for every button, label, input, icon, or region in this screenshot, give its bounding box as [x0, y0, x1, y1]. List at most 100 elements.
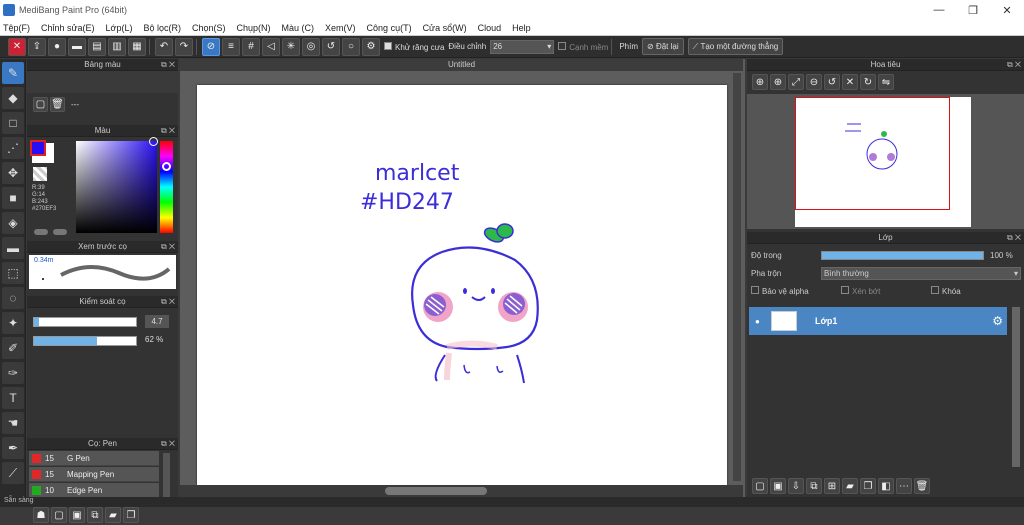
menu-color[interactable]: Màu (C)	[282, 23, 315, 33]
ruler-tool-icon[interactable]: ⟋	[2, 462, 24, 484]
import-layer-icon[interactable]: ⇩	[788, 478, 804, 494]
drawing-canvas[interactable]: marlcet #HD247	[197, 85, 727, 485]
navigator-preview[interactable]	[747, 94, 1024, 229]
lock-checkbox[interactable]: Khóa	[931, 286, 961, 296]
menu-snap[interactable]: Chụp(N)	[237, 23, 271, 33]
menu-file[interactable]: Tệp(F)	[3, 23, 30, 33]
folder-icon[interactable]: ▰	[842, 478, 858, 494]
share-icon[interactable]: ⇪	[28, 37, 46, 56]
no-snap-icon[interactable]: ⊘	[202, 37, 220, 56]
flip-icon[interactable]: ⇋	[878, 74, 894, 90]
color-mode-button[interactable]	[34, 229, 48, 235]
brush-list-scrollbar[interactable]	[163, 453, 170, 497]
antialias-checkbox[interactable]: Khử răng cưa	[384, 41, 444, 52]
brush-opacity-slider[interactable]	[33, 336, 137, 346]
panel-controls-icon[interactable]: ⧉ ✕	[161, 296, 175, 308]
zoom-out-icon[interactable]: ⊖	[806, 74, 822, 90]
fit-icon[interactable]: ⤢	[788, 74, 804, 90]
parallel-snap-icon[interactable]: ≡	[222, 37, 240, 56]
scroll-thumb[interactable]	[385, 487, 487, 495]
menu-window[interactable]: Cửa sổ(W)	[423, 23, 467, 33]
curve-snap-icon[interactable]: ↺	[322, 37, 340, 56]
delete-layer-icon[interactable]: 🗑	[914, 478, 930, 494]
transparent-swatch[interactable]	[33, 167, 47, 181]
zoom-in-alt-icon[interactable]: ⊕	[770, 74, 786, 90]
copy-brush-icon[interactable]: ⧉	[87, 507, 103, 523]
minimize-button[interactable]: —	[922, 0, 956, 20]
menu-tools[interactable]: Công cụ(T)	[367, 23, 412, 33]
menu-view[interactable]: Xem(V)	[325, 23, 356, 33]
eyedropper-tool-icon[interactable]: ✒	[2, 437, 24, 459]
merge-layer-icon[interactable]: ⧉	[806, 478, 822, 494]
document-icon[interactable]: ▤	[88, 37, 106, 56]
comment-icon[interactable]: ●	[48, 37, 66, 56]
new-brush-icon[interactable]: ▢	[51, 507, 67, 523]
add-layer-menu-icon[interactable]: ⊞	[824, 478, 840, 494]
delete-palette-icon[interactable]: 🗑	[50, 96, 65, 112]
hue-slider[interactable]	[160, 141, 173, 233]
radial-snap-icon[interactable]: ✳	[282, 37, 300, 56]
soft-edge-checkbox[interactable]: Cạnh mềm	[558, 41, 608, 52]
new-layer-alt-icon[interactable]: ▣	[770, 478, 786, 494]
color-sv-picker[interactable]	[76, 141, 157, 233]
foreground-color-swatch[interactable]	[30, 140, 46, 156]
magic-wand-icon[interactable]: ✦	[2, 312, 24, 334]
brush-size-value[interactable]: 4.7	[145, 315, 169, 328]
add-brush-icon[interactable]: ▣	[69, 507, 85, 523]
color-swap-button[interactable]	[53, 229, 67, 235]
new-layer-icon[interactable]: ▢	[752, 478, 768, 494]
fill-rect-tool-icon[interactable]: ■	[2, 187, 24, 209]
rotate-right-icon[interactable]: ↻	[860, 74, 876, 90]
select-tool-icon[interactable]: ⬚	[2, 262, 24, 284]
grid-icon[interactable]: ▦	[128, 37, 146, 56]
brush-tool-icon[interactable]: ✎	[2, 62, 24, 84]
menu-select[interactable]: Chọn(S)	[192, 23, 226, 33]
reset-button[interactable]: ⊘ Đặt lại	[642, 38, 684, 55]
select-pen-icon[interactable]: ✐	[2, 337, 24, 359]
snap-settings-icon[interactable]: ⚙	[362, 37, 380, 56]
canvas-vertical-scrollbar[interactable]	[733, 73, 741, 481]
menu-filter[interactable]: Bộ lọc(R)	[143, 23, 181, 33]
more-icon[interactable]: ⋯	[896, 478, 912, 494]
circle-snap-icon[interactable]: ◎	[302, 37, 320, 56]
undo-icon[interactable]: ↶	[155, 37, 173, 56]
lasso-tool-icon[interactable]: ◌	[2, 287, 24, 309]
move-tool-icon[interactable]: ✥	[2, 162, 24, 184]
close-button[interactable]: ✕	[990, 0, 1024, 20]
menu-cloud[interactable]: Cloud	[478, 23, 502, 33]
panel-controls-icon[interactable]: ⧉ ✕	[1007, 232, 1021, 244]
hue-cursor[interactable]	[162, 162, 171, 171]
straight-line-button[interactable]: ⟋ Tạo một đường thẳng	[687, 38, 784, 55]
panel-controls-icon[interactable]: ⧉ ✕	[161, 438, 175, 450]
gradient-tool-icon[interactable]: ▬	[2, 237, 24, 259]
brush-item[interactable]: 15 Mapping Pen	[29, 467, 159, 482]
layer-scrollbar[interactable]	[1012, 307, 1020, 467]
vanish-snap-icon[interactable]: ◁	[262, 37, 280, 56]
zoom-in-icon[interactable]: ⊕	[752, 74, 768, 90]
clip-checkbox[interactable]: Xén bớt	[841, 286, 931, 296]
brush-size-slider[interactable]	[33, 317, 137, 327]
menu-help[interactable]: Help	[512, 23, 531, 33]
eraser-tool-icon[interactable]: ◆	[2, 87, 24, 109]
layer-opacity-slider[interactable]	[821, 250, 984, 260]
duplicate-layer-icon[interactable]: ❐	[860, 478, 876, 494]
brush-item[interactable]: 15 G Pen	[29, 451, 159, 466]
menu-edit[interactable]: Chỉnh sửa(E)	[41, 23, 95, 33]
chat-icon[interactable]: ▬	[68, 37, 86, 56]
panel-controls-icon[interactable]: ⧉ ✕	[1007, 59, 1021, 71]
rotate-left-icon[interactable]: ↺	[824, 74, 840, 90]
panel-controls-icon[interactable]: ⧉ ✕	[161, 241, 175, 253]
ellipse-snap-icon[interactable]: ○	[342, 37, 360, 56]
adjust-dropdown[interactable]: 26 ▾	[490, 39, 555, 54]
protect-alpha-checkbox[interactable]: Bảo vệ alpha	[751, 286, 841, 296]
select-eraser-icon[interactable]: ✑	[2, 362, 24, 384]
panel-controls-icon[interactable]: ⧉ ✕	[161, 59, 175, 71]
sv-cursor[interactable]	[149, 137, 158, 146]
mask-icon[interactable]: ◧	[878, 478, 894, 494]
rect-tool-icon[interactable]: □	[2, 112, 24, 134]
layer-visibility-icon[interactable]: ●	[755, 317, 760, 326]
text-tool-icon[interactable]: T	[2, 387, 24, 409]
redo-icon[interactable]: ↷	[175, 37, 193, 56]
dot-tool-icon[interactable]: ⋰	[2, 137, 24, 159]
layer-row[interactable]: ● Lớp1 ⚙	[749, 307, 1007, 335]
